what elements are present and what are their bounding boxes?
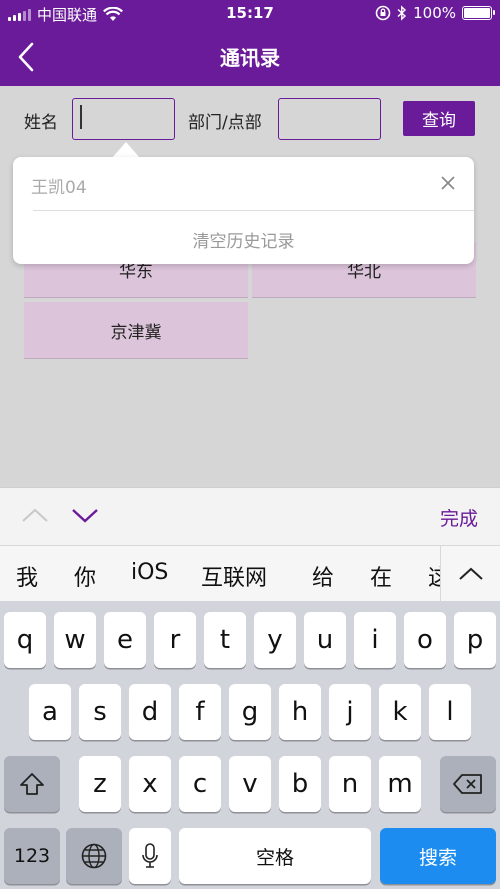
dept-label: 部门/点部 xyxy=(188,113,262,133)
key-g[interactable]: g xyxy=(229,684,271,740)
rotation-lock-icon xyxy=(375,5,391,21)
key-l[interactable]: l xyxy=(429,684,471,740)
key-c[interactable]: c xyxy=(179,756,221,812)
microphone-icon xyxy=(142,843,158,868)
key-v[interactable]: v xyxy=(229,756,271,812)
keyboard: q w e r t y u i o p a s d f g h j k l z … xyxy=(0,601,500,889)
suggestion-item[interactable]: 给 xyxy=(312,560,334,592)
chevron-up-icon xyxy=(458,567,483,580)
query-button[interactable]: 查询 xyxy=(403,101,475,136)
mic-key[interactable] xyxy=(129,828,171,884)
battery-icon xyxy=(462,6,495,20)
suggestion-item[interactable]: 互联网 xyxy=(201,560,267,592)
key-y[interactable]: y xyxy=(254,612,296,668)
page-title: 通讯录 xyxy=(220,46,280,70)
nav-bar: 通讯录 xyxy=(0,28,500,86)
status-right: 100% xyxy=(375,4,495,22)
chevron-down-icon[interactable] xyxy=(70,504,100,526)
key-j[interactable]: j xyxy=(329,684,371,740)
globe-icon xyxy=(81,843,107,869)
history-item[interactable]: 王凯04 xyxy=(31,173,87,198)
battery-percent: 100% xyxy=(413,4,456,22)
text-caret xyxy=(80,105,82,129)
key-h[interactable]: h xyxy=(279,684,321,740)
space-key[interactable]: 空格 xyxy=(179,828,371,884)
region-cell-jingjinji[interactable]: 京津冀 xyxy=(24,302,248,359)
key-e[interactable]: e xyxy=(104,612,146,668)
key-f[interactable]: f xyxy=(179,684,221,740)
key-a[interactable]: a xyxy=(29,684,71,740)
key-p[interactable]: p xyxy=(454,612,496,668)
search-bar: 姓名 部门/点部 查询 xyxy=(0,86,500,150)
done-button[interactable]: 完成 xyxy=(440,504,478,531)
popup-divider xyxy=(33,210,474,211)
name-label: 姓名 xyxy=(24,113,58,133)
key-o[interactable]: o xyxy=(404,612,446,668)
dept-input[interactable] xyxy=(278,98,381,140)
delete-key[interactable] xyxy=(440,756,496,812)
suggestion-item[interactable]: iOS xyxy=(131,560,168,585)
popup-arrow xyxy=(112,142,140,158)
bluetooth-icon xyxy=(397,5,407,21)
key-b[interactable]: b xyxy=(279,756,321,812)
key-d[interactable]: d xyxy=(129,684,171,740)
suggestion-bar: 我 你 iOS 互联网 给 在 这 xyxy=(0,545,500,601)
history-popup: 王凯04 清空历史记录 xyxy=(13,157,474,264)
key-q[interactable]: q xyxy=(4,612,46,668)
expand-suggestions-button[interactable] xyxy=(440,546,500,601)
backspace-icon xyxy=(453,774,482,794)
key-r[interactable]: r xyxy=(154,612,196,668)
key-k[interactable]: k xyxy=(379,684,421,740)
keyboard-toolbar: 完成 xyxy=(0,487,500,545)
key-s[interactable]: s xyxy=(79,684,121,740)
key-n[interactable]: n xyxy=(329,756,371,812)
search-key[interactable]: 搜索 xyxy=(380,828,496,884)
suggestion-item[interactable]: 你 xyxy=(74,560,96,592)
suggestion-item[interactable]: 我 xyxy=(16,560,38,592)
key-w[interactable]: w xyxy=(54,612,96,668)
shift-key[interactable] xyxy=(4,756,60,812)
key-z[interactable]: z xyxy=(79,756,121,812)
key-m[interactable]: m xyxy=(379,756,421,812)
clear-history-button[interactable]: 清空历史记录 xyxy=(13,227,474,252)
key-x[interactable]: x xyxy=(129,756,171,812)
key-t[interactable]: t xyxy=(204,612,246,668)
close-icon[interactable] xyxy=(440,175,456,191)
shift-icon xyxy=(20,773,44,795)
globe-key[interactable] xyxy=(66,828,122,884)
status-bar: 中国联通 15:17 100% xyxy=(0,0,500,28)
chevron-up-icon[interactable] xyxy=(20,504,50,526)
name-input[interactable] xyxy=(72,98,175,140)
suggestion-item[interactable]: 在 xyxy=(370,560,392,592)
key-u[interactable]: u xyxy=(304,612,346,668)
numbers-key[interactable]: 123 xyxy=(4,828,60,884)
key-i[interactable]: i xyxy=(354,612,396,668)
